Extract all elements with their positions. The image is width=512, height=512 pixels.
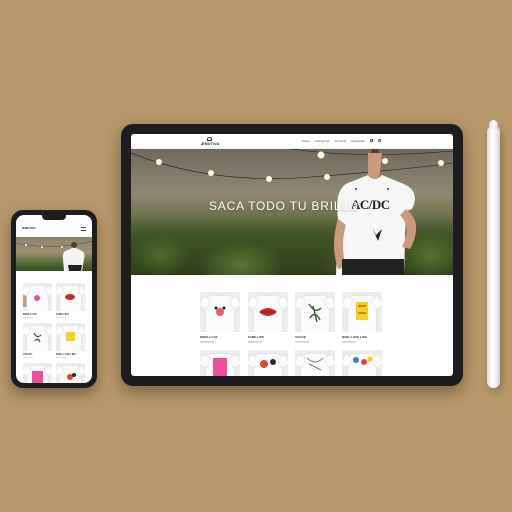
hero-title: SACA TODO TU BRILLO: [209, 199, 359, 213]
product-name[interactable]: VOGUE: [295, 335, 335, 339]
product-image[interactable]: [56, 363, 85, 383]
product-name[interactable]: NOEL LOVE LIKE: [342, 335, 382, 339]
product-price-placeholder: [200, 341, 214, 343]
stylus-pencil: [487, 120, 500, 388]
product-price-placeholder: [23, 316, 33, 318]
nav-home[interactable]: Home: [302, 139, 310, 143]
product-card[interactable]: [200, 350, 240, 376]
phone-product-card[interactable]: [56, 363, 85, 383]
product-image[interactable]: [248, 350, 288, 376]
site-logo[interactable]: ÆMOTIVA: [201, 137, 220, 146]
product-card[interactable]: [342, 350, 382, 376]
product-name[interactable]: EMOLA CAT: [23, 313, 52, 316]
phone-nav-bar: ÆMOTIVA: [16, 221, 92, 237]
product-price-placeholder: [23, 356, 33, 358]
product-image[interactable]: [200, 350, 240, 376]
product-price-placeholder: [56, 316, 66, 318]
product-image[interactable]: [248, 292, 288, 332]
product-image[interactable]: [295, 292, 335, 332]
phone-hero-photo: [16, 240, 92, 271]
tablet-device: ÆMOTIVA Home Categorías Contacto Registr…: [121, 124, 463, 386]
phone-product-card[interactable]: NOEL LOVE LIKE: [56, 323, 85, 358]
phone-product-card[interactable]: FAME LIPS: [56, 283, 85, 318]
phone-product-card[interactable]: [23, 363, 52, 383]
logo-mark-icon: [206, 137, 212, 141]
product-card[interactable]: VOGUE: [295, 292, 335, 343]
phone-product-card[interactable]: VOGUE: [23, 323, 52, 358]
product-name[interactable]: FAME LIPS: [248, 335, 288, 339]
product-image[interactable]: [200, 292, 240, 332]
phone-logo[interactable]: ÆMOTIVA: [22, 226, 35, 230]
cart-icon[interactable]: [370, 139, 373, 142]
search-icon[interactable]: [378, 139, 381, 142]
main-nav: Home Categorías Contacto Registrate: [302, 139, 381, 143]
phone-device: ÆMOTIVA EMOLA CAT FAME LIPS VOGUE NOEL L…: [11, 210, 97, 388]
hero-banner: AC/DC SACA TODO TU BRILLO: [131, 149, 453, 275]
phone-hero-banner: [16, 237, 92, 271]
product-card[interactable]: EMOLA CAT: [200, 292, 240, 343]
nav-categorias[interactable]: Categorías: [315, 139, 330, 143]
product-image[interactable]: [56, 323, 85, 351]
product-image[interactable]: [342, 292, 382, 332]
product-price-placeholder: [295, 341, 309, 343]
phone-product-card[interactable]: EMOLA CAT: [23, 283, 52, 318]
site-header: ÆMOTIVA Home Categorías Contacto Registr…: [131, 134, 453, 149]
product-card[interactable]: FAME LIPS: [248, 292, 288, 343]
product-image[interactable]: [23, 283, 52, 311]
product-name[interactable]: VOGUE: [23, 353, 52, 356]
logo-text: ÆMOTIVA: [201, 142, 220, 146]
product-price-placeholder: [56, 356, 66, 358]
product-image[interactable]: [23, 323, 52, 351]
product-card[interactable]: [295, 350, 335, 376]
product-card[interactable]: [248, 350, 288, 376]
nav-contacto[interactable]: Contacto: [334, 139, 346, 143]
product-card[interactable]: NOEL LOVE LIKE: [342, 292, 382, 343]
product-image[interactable]: [23, 363, 52, 383]
phone-notch: [42, 215, 66, 220]
stylus-tip: [489, 120, 498, 129]
product-name[interactable]: FAME LIPS: [56, 313, 85, 316]
product-image[interactable]: [342, 350, 382, 376]
hamburger-menu-icon[interactable]: [81, 227, 86, 231]
product-price-placeholder: [342, 341, 356, 343]
nav-registrate[interactable]: Registrate: [351, 139, 365, 143]
phone-screen: ÆMOTIVA EMOLA CAT FAME LIPS VOGUE NOEL L…: [16, 215, 92, 383]
product-name[interactable]: EMOLA CAT: [200, 335, 240, 339]
tablet-screen: ÆMOTIVA Home Categorías Contacto Registr…: [131, 134, 453, 376]
product-image[interactable]: [56, 283, 85, 311]
product-name[interactable]: NOEL LOVE LIKE: [56, 353, 85, 356]
product-image[interactable]: [295, 350, 335, 376]
product-price-placeholder: [248, 341, 262, 343]
